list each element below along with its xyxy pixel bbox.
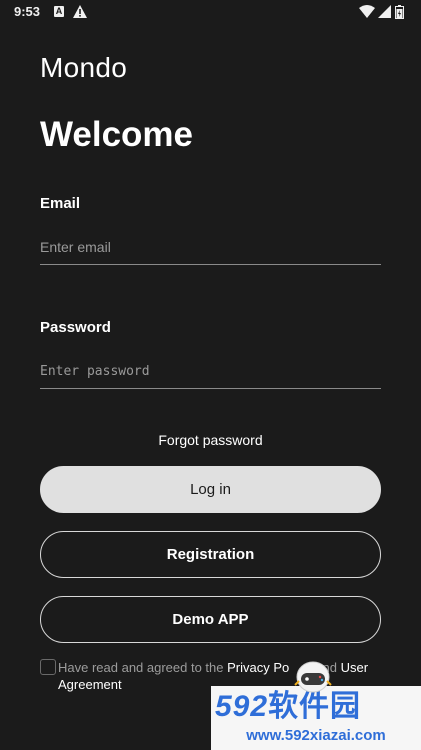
registration-button[interactable]: Registration xyxy=(40,531,381,578)
email-label: Email xyxy=(40,195,81,212)
watermark-url: www.592xiazai.com xyxy=(246,727,386,744)
agreement-prefix: Have read and agreed to the xyxy=(58,660,228,675)
watermark-logo: 592软件园 xyxy=(215,690,361,724)
watermark-logo-number: 592 xyxy=(215,690,269,723)
warning-icon xyxy=(73,5,87,18)
forgot-password-link[interactable]: Forgot password xyxy=(0,432,421,448)
user-agreement-link-part2[interactable]: Agreement xyxy=(58,677,122,692)
wifi-icon xyxy=(359,5,375,18)
battery-icon xyxy=(395,5,404,19)
email-field[interactable] xyxy=(40,230,381,265)
password-label: Password xyxy=(40,319,111,336)
status-right-icons xyxy=(359,5,409,19)
a-notification-icon: A xyxy=(54,6,64,17)
mascot-gamepad-icon xyxy=(294,661,332,693)
signal-icon xyxy=(378,5,391,18)
agreement-checkbox[interactable] xyxy=(40,659,56,675)
welcome-heading: Welcome xyxy=(40,115,194,154)
demo-app-button[interactable]: Demo APP xyxy=(40,596,381,643)
privacy-policy-link[interactable]: Privacy Po xyxy=(227,660,289,675)
app-title: Mondo xyxy=(40,52,128,83)
user-agreement-link-part1[interactable]: User xyxy=(341,660,368,675)
status-bar: 9:53 A xyxy=(0,0,421,26)
watermark: 592软件园 www.592xiazai.com xyxy=(211,686,421,750)
status-time: 9:53 xyxy=(14,4,41,19)
login-button[interactable]: Log in xyxy=(40,466,381,513)
password-field[interactable] xyxy=(40,354,381,389)
